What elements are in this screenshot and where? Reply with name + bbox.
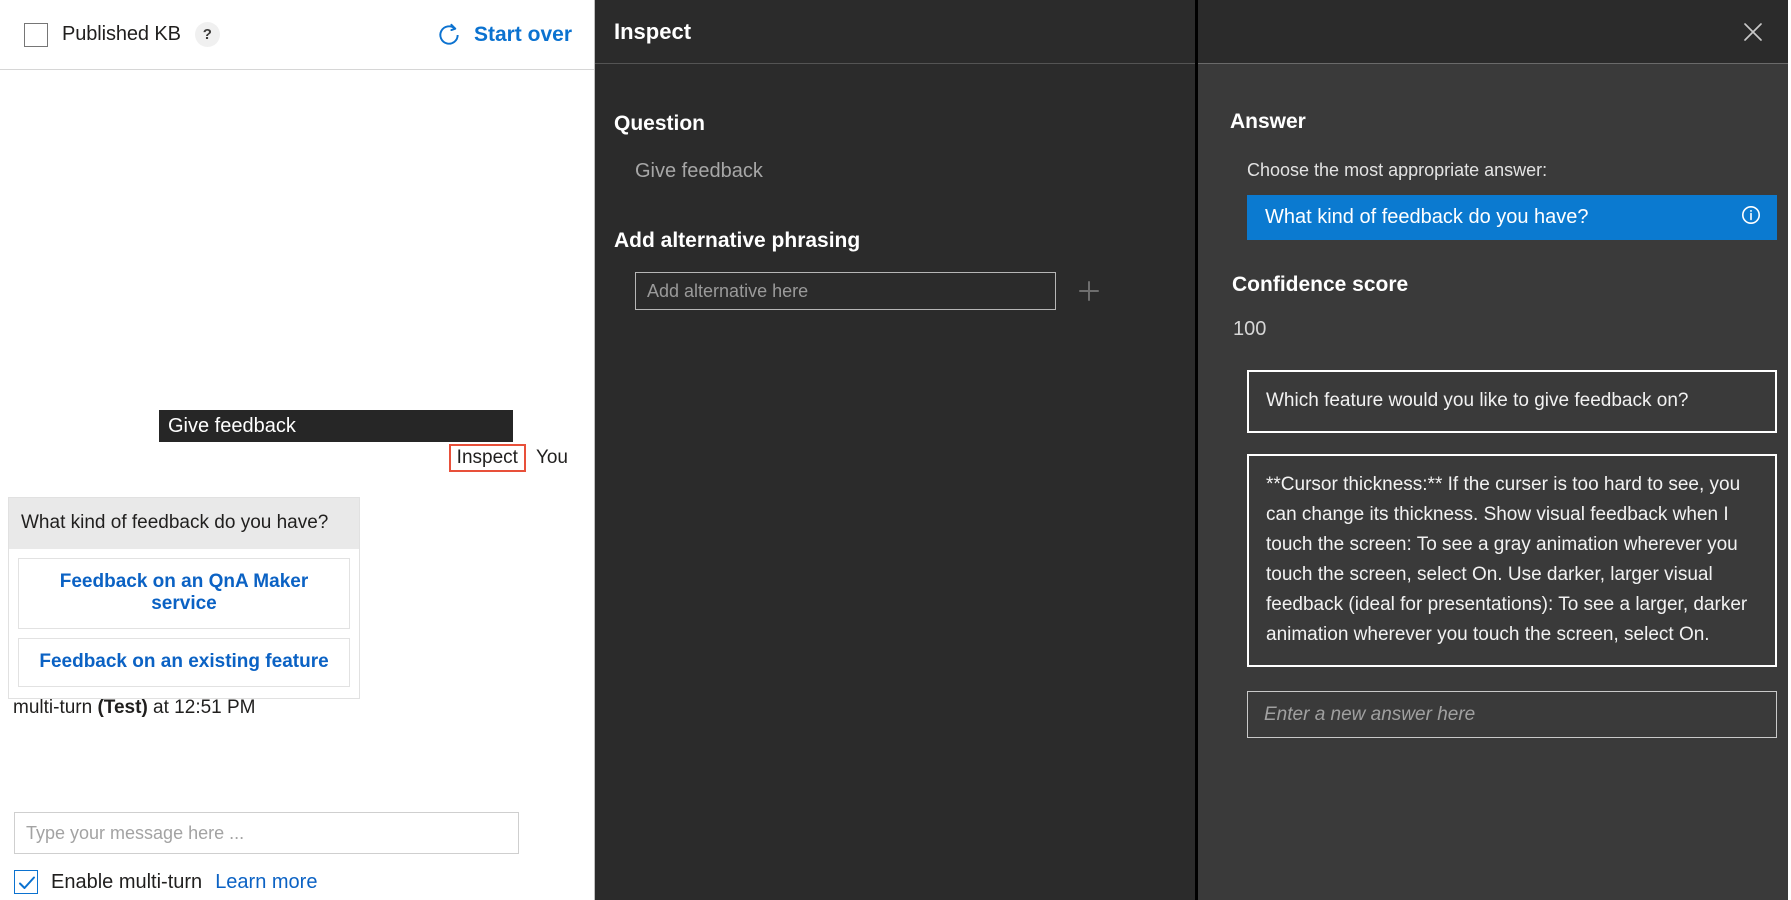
help-icon[interactable]: ?	[195, 22, 220, 47]
inspect-title: Inspect	[614, 19, 691, 45]
answer-option-box[interactable]: **Cursor thickness:** If the curser is t…	[1247, 454, 1777, 667]
selected-answer-text: What kind of feedback do you have?	[1265, 206, 1740, 229]
alternative-phrasing-input[interactable]	[635, 272, 1056, 310]
test-tag-label: (Test)	[97, 697, 147, 718]
confidence-score-label: Confidence score	[1230, 273, 1766, 297]
inspect-header: Inspect	[595, 0, 1195, 64]
question-section-label: Question	[614, 112, 1195, 136]
info-icon[interactable]	[1740, 204, 1762, 231]
bot-answer-card: What kind of feedback do you have? Feedb…	[8, 497, 360, 699]
start-over-button[interactable]: Start over	[436, 22, 572, 48]
new-answer-input[interactable]	[1247, 691, 1777, 738]
learn-more-link[interactable]: Learn more	[215, 871, 317, 894]
close-icon[interactable]	[1739, 18, 1767, 46]
selected-answer-item[interactable]: What kind of feedback do you have?	[1247, 195, 1777, 240]
kb-name-label: multi-turn	[13, 697, 97, 718]
inspect-link[interactable]: Inspect	[449, 444, 526, 472]
published-kb-control[interactable]: Published KB ?	[24, 22, 220, 47]
alternative-phrasing-label: Add alternative phrasing	[614, 229, 1195, 253]
bot-prompt-text: What kind of feedback do you have?	[9, 498, 359, 549]
inspect-panel: Inspect Question Give feedback Add alter…	[595, 0, 1198, 900]
bot-choice-button[interactable]: Feedback on an existing feature	[18, 638, 350, 687]
bot-choice-list: Feedback on an QnA Maker service Feedbac…	[9, 549, 359, 698]
start-over-label: Start over	[474, 23, 572, 47]
published-kb-checkbox[interactable]	[24, 23, 48, 47]
timestamp-label: at 12:51 PM	[148, 697, 256, 718]
answer-panel: Answer Choose the most appropriate answe…	[1198, 0, 1788, 900]
chat-panel: Published KB ? Start over Give feedback …	[0, 0, 595, 900]
answer-header	[1198, 0, 1788, 64]
inspect-body: Question Give feedback Add alternative p…	[595, 64, 1195, 310]
answer-section-label: Answer	[1230, 110, 1766, 134]
message-sender-label: You	[536, 447, 568, 469]
alternative-phrasing-row	[614, 272, 1195, 310]
qna-test-inspect-window: Published KB ? Start over Give feedback …	[0, 0, 1791, 900]
chat-transcript: Give feedback Inspect You What kind of f…	[0, 70, 594, 812]
question-value: Give feedback	[614, 160, 1195, 183]
enable-multiturn-checkbox[interactable]	[14, 870, 38, 894]
chat-footer: Enable multi-turn Learn more	[0, 812, 594, 900]
refresh-icon	[436, 22, 462, 48]
chat-header: Published KB ? Start over	[0, 0, 594, 70]
enable-multiturn-row[interactable]: Enable multi-turn Learn more	[0, 854, 594, 894]
confidence-score-value: 100	[1230, 318, 1766, 341]
answer-option-box[interactable]: Which feature would you like to give fee…	[1247, 370, 1777, 433]
chat-message-input[interactable]	[14, 812, 519, 854]
user-message-bubble: Give feedback	[159, 410, 513, 442]
bot-choice-button[interactable]: Feedback on an QnA Maker service	[18, 558, 350, 629]
enable-multiturn-label: Enable multi-turn	[51, 871, 202, 894]
chat-input-row	[0, 812, 594, 854]
bot-message-meta: multi-turn (Test) at 12:51 PM	[13, 697, 256, 719]
user-message-meta: Inspect You	[449, 444, 568, 472]
published-kb-label: Published KB	[62, 23, 181, 46]
answer-body: Answer Choose the most appropriate answe…	[1198, 64, 1788, 738]
plus-icon[interactable]	[1076, 278, 1102, 304]
choose-answer-label: Choose the most appropriate answer:	[1230, 160, 1766, 181]
